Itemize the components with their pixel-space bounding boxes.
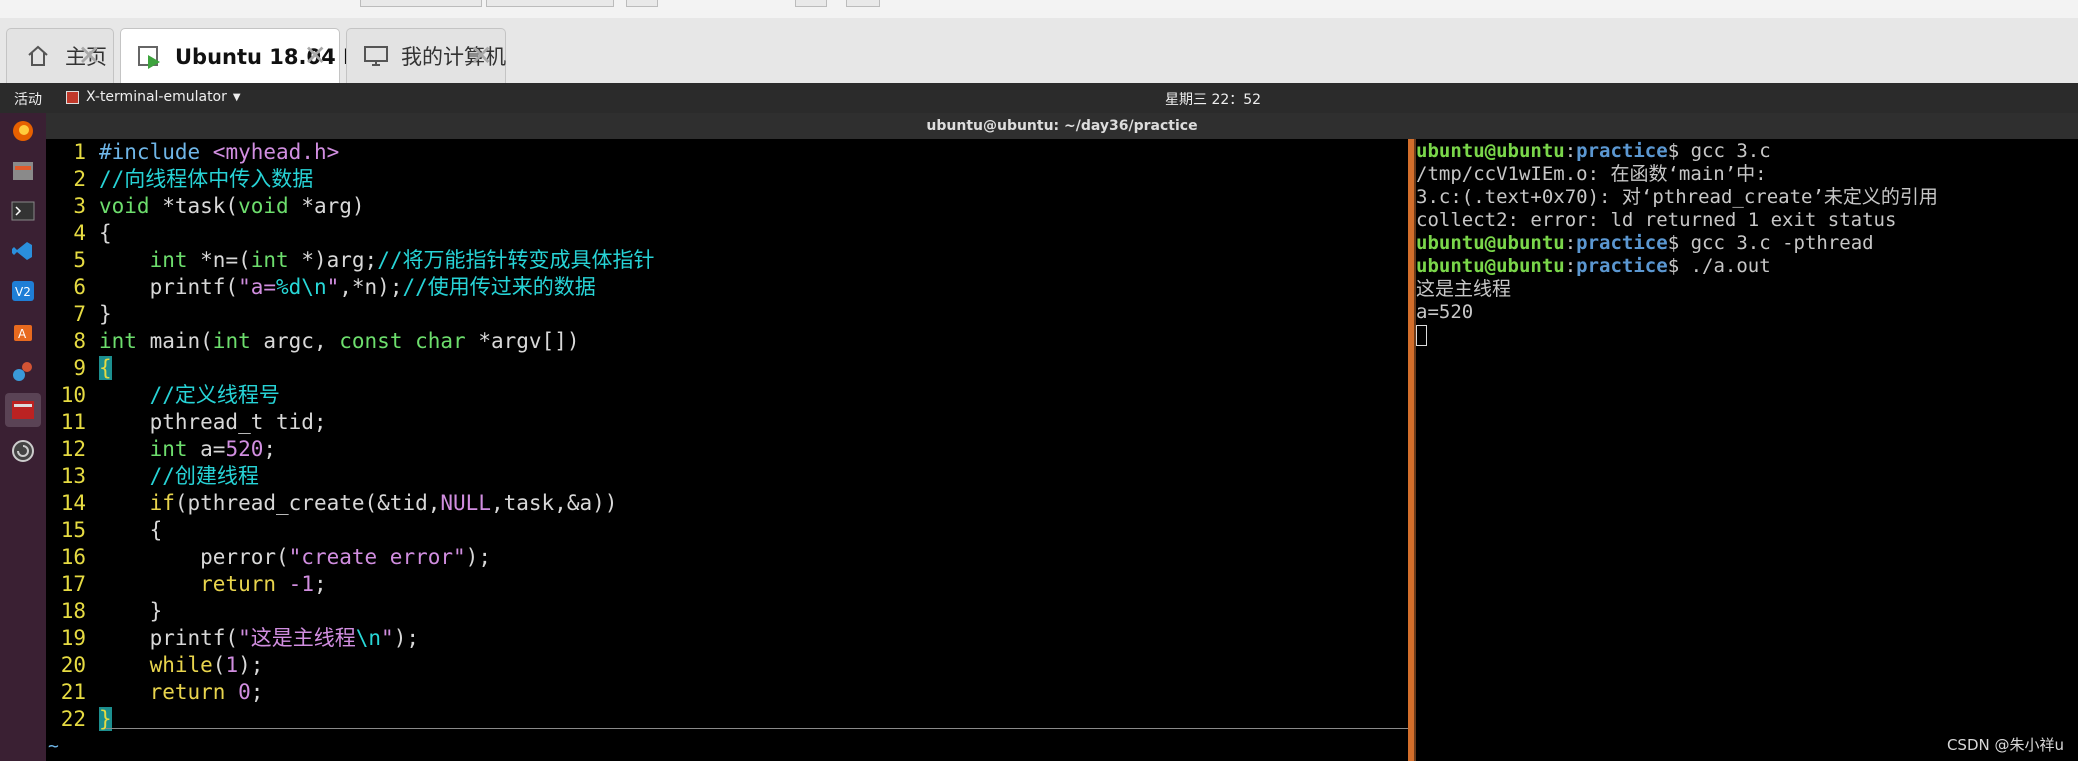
- code-line: 15 {: [46, 517, 163, 544]
- home-icon: [23, 41, 53, 71]
- line-number: 10: [60, 383, 86, 407]
- line-number: 13: [60, 464, 86, 488]
- watermark: CSDN @朱小祥u: [1946, 736, 2064, 754]
- code-line: 18 }: [46, 598, 163, 625]
- line-number: 6: [73, 275, 86, 299]
- cursorline-underline: [106, 728, 1446, 729]
- line-number: 1: [73, 140, 86, 164]
- chevron-down-icon: ▼: [232, 91, 241, 103]
- activities-button[interactable]: 活动: [14, 89, 42, 109]
- firefox-icon[interactable]: [11, 119, 35, 143]
- code-line: 19 printf("这是主线程\n");: [46, 625, 419, 652]
- tab-ubuntu[interactable]: Ubuntu 18.04 PZB ✕: [120, 28, 390, 84]
- line-number: 11: [60, 410, 86, 434]
- line-number: 16: [60, 545, 86, 569]
- clock[interactable]: 星期三 22：52: [1165, 89, 1261, 109]
- code-line: 6 printf("a=%d\n",*n);//使用传过来的数据: [46, 274, 595, 301]
- terminal-line: a=520: [1416, 301, 1474, 323]
- terminal-window-title: ubuntu@ubuntu: ~/day36/practice: [46, 113, 2078, 139]
- code-line: 2//向线程体中传入数据: [46, 166, 313, 193]
- update-icon[interactable]: [11, 439, 35, 463]
- code-line: 21 return 0;: [46, 679, 264, 706]
- v2-icon[interactable]: V2: [11, 279, 35, 303]
- terminal-cursor-line: [1416, 324, 1427, 347]
- code-line: 12 int a=520;: [46, 436, 276, 463]
- line-number: 12: [60, 437, 86, 461]
- terminal-app-icon: [66, 90, 79, 104]
- line-number: 4: [73, 221, 86, 245]
- files-icon[interactable]: [11, 159, 35, 183]
- code-line: 13 //创建线程: [46, 463, 259, 490]
- line-number: 22: [60, 707, 86, 731]
- line-number: 17: [60, 572, 86, 596]
- dock: V2 A: [0, 113, 46, 761]
- terminal-output-pane[interactable]: ubuntu@ubuntu:practice$ gcc 3.c /tmp/ccV…: [1416, 139, 2078, 761]
- terminal-line: collect2: error: ld returned 1 exit stat…: [1416, 209, 1897, 231]
- code-line: 22}: [46, 706, 112, 733]
- line-number: 15: [60, 518, 86, 542]
- line-number: 20: [60, 653, 86, 677]
- app-menu-label: X-terminal-emulator: [86, 89, 227, 105]
- terminal-cursor: [1416, 325, 1427, 346]
- line-number: 9: [73, 356, 86, 380]
- code-line: 10 //定义线程号: [46, 382, 280, 409]
- terminal-line: 3.c:(.text+0x70): 对‘pthread_create’未定义的引…: [1416, 186, 1938, 208]
- tab-my-computer[interactable]: 我的计算机 ✕: [346, 28, 506, 83]
- close-icon[interactable]: ✕: [470, 42, 493, 70]
- terminal-icon[interactable]: [11, 199, 35, 223]
- terminal-line: /tmp/ccV1wIEm.o: 在函数‘main’中:: [1416, 163, 1767, 185]
- line-number: 2: [73, 167, 86, 191]
- line-number: 21: [60, 680, 86, 704]
- code-line: 17 return -1;: [46, 571, 327, 598]
- code-line: 14 if(pthread_create(&tid,NULL,task,&a)): [46, 490, 618, 517]
- tab-home[interactable]: 主页 ✕: [6, 28, 114, 83]
- svg-text:V2: V2: [15, 285, 31, 299]
- vm-icon: [137, 42, 163, 72]
- code-line: 3 void *task(void *arg): [46, 193, 364, 220]
- settings-icon[interactable]: [11, 359, 35, 383]
- monitor-icon: [363, 41, 389, 71]
- line-number: 14: [60, 491, 86, 515]
- terminal-app-icon[interactable]: [5, 393, 41, 427]
- close-icon[interactable]: ✕: [78, 42, 101, 70]
- terminal-line: ubuntu@ubuntu:practice$ gcc 3.c: [1416, 140, 1771, 162]
- software-center-icon[interactable]: A: [11, 319, 35, 343]
- line-number: 5: [73, 248, 86, 272]
- vim-empty-line-marker: ~: [48, 736, 59, 757]
- code-line: 16 perror("create error");: [46, 544, 491, 571]
- code-line: 9{: [46, 355, 112, 382]
- code-line: 7}: [46, 301, 111, 328]
- terminal-line: ubuntu@ubuntu:practice$ gcc 3.c -pthread: [1416, 232, 1874, 254]
- vim-editor-pane[interactable]: 1 #include <myhead.h> 2//向线程体中传入数据 3 void …: [46, 139, 1446, 761]
- app-menu[interactable]: X-terminal-emulator ▼: [66, 89, 241, 105]
- vscode-icon[interactable]: [11, 239, 35, 263]
- code-line: 20 while(1);: [46, 652, 264, 679]
- line-number: 7: [73, 302, 86, 326]
- code-line: 1 #include <myhead.h>: [46, 139, 339, 166]
- line-number: 18: [60, 599, 86, 623]
- code-line: 5 int *n=(int *)arg;//将万能指针转变成具体指针: [46, 247, 654, 274]
- close-icon[interactable]: ✕: [304, 42, 327, 70]
- code-line: 8 int main(int argc, const char *argv[]): [46, 328, 579, 355]
- vmware-tab-bar: 主页 ✕ Ubuntu 18.04 PZB ✕ 我的计算机 ✕: [0, 18, 2078, 84]
- svg-text:A: A: [18, 327, 27, 341]
- gnome-top-bar: 活动 X-terminal-emulator ▼ 星期三 22：52: [0, 83, 2078, 113]
- line-number: 19: [60, 626, 86, 650]
- terminal-line: 这是主线程: [1416, 278, 1512, 300]
- code-line: 4{: [46, 220, 111, 247]
- code-line: 11 pthread_t tid;: [46, 409, 327, 436]
- host-window-strip: [0, 0, 2078, 19]
- line-number: 3: [73, 194, 86, 218]
- line-number: 8: [73, 329, 86, 353]
- terminal-line: ubuntu@ubuntu:practice$ ./a.out: [1416, 255, 1771, 277]
